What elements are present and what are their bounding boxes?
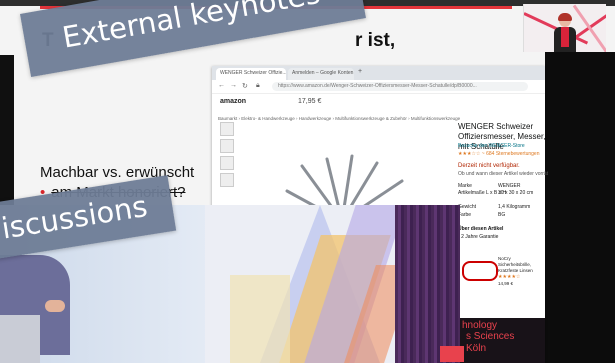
safety-glasses-image[interactable] — [462, 261, 498, 281]
slide-text-line: Machbar vs. erwünscht — [40, 164, 195, 181]
image-thumbnails[interactable] — [220, 122, 234, 190]
spec-row: Gewicht 1,4 Kilogramm — [458, 204, 530, 210]
webcam-thumbnail — [523, 4, 606, 52]
related-product-title[interactable]: NoCry Sicherheitsbrille, Kratzfeste Lins… — [498, 256, 544, 274]
spec-value: BG — [498, 212, 506, 218]
availability-status: Derzeit nicht verfügbar. — [458, 163, 520, 169]
related-product-stars: ★★★★☆ — [498, 274, 521, 280]
amazon-header: amazon 17,95 € — [212, 94, 545, 114]
purple-curtain — [395, 205, 460, 363]
spec-row: Artikelmaße L x B x H 30 x 30 x 20 cm — [458, 190, 533, 196]
url-field[interactable]: https://www.amazon.de/Wenger-Schweizer-O… — [272, 82, 528, 91]
slide-title-fragment-right: r ist, — [355, 30, 396, 51]
lock-icon: 🔒︎ — [256, 82, 260, 89]
thumbnail[interactable] — [220, 122, 234, 136]
sign-line-2: s Sciences — [466, 331, 515, 342]
availability-note: Ob und wann dieser Artikel wieder vorrät… — [458, 171, 548, 177]
organization-sign: hnology s Sciences Köln — [440, 318, 545, 363]
sign-line-1: hnology — [462, 320, 498, 331]
back-arrow-icon[interactable]: ← — [218, 82, 225, 89]
person-hair — [558, 13, 572, 21]
thumbnail[interactable] — [220, 173, 234, 187]
thumbnail[interactable] — [220, 139, 234, 153]
podium — [0, 315, 40, 363]
reload-icon[interactable]: ↻ — [242, 82, 248, 90]
rating-stars[interactable]: ★★★☆☆ ~ 684 Sternebewertungen — [458, 151, 539, 157]
amazon-logo[interactable]: amazon — [220, 98, 246, 105]
person-scarf — [561, 27, 569, 47]
related-product[interactable]: NoCry Sicherheitsbrille, Kratzfeste Lins… — [462, 256, 542, 296]
about-heading: Über diesen Artikel — [458, 226, 504, 232]
thumbnail[interactable] — [220, 156, 234, 170]
sign-line-3: Köln — [466, 343, 487, 354]
spec-value: 30 x 30 x 20 cm — [498, 190, 534, 196]
store-link[interactable]: Besuche den WENGER-Store — [458, 143, 525, 149]
spec-label: Gewicht — [458, 204, 477, 210]
left-black-bar — [0, 55, 14, 205]
new-tab-button[interactable]: + — [358, 68, 362, 75]
spec-value: WENGER — [498, 183, 521, 189]
forward-arrow-icon[interactable]: → — [230, 82, 237, 89]
spec-value: 1,4 Kilogramm — [498, 204, 531, 210]
about-line: • 2 Jahre Garantie — [458, 234, 499, 240]
related-product-price: 14,99 € — [498, 281, 514, 286]
webcam-background-line — [572, 4, 606, 52]
speaker-hand — [45, 300, 65, 312]
header-price: 17,95 € — [298, 98, 322, 105]
backdrop-shape — [230, 275, 290, 363]
webcam-person — [554, 13, 576, 52]
discussions-label-text: iscussions — [0, 188, 150, 246]
spec-row: Marke WENGER — [458, 183, 521, 189]
right-black-area — [545, 52, 615, 363]
browser-tab-product[interactable]: WENGER Schweizer Offizie... — [216, 68, 286, 80]
spec-label: Marke — [458, 183, 472, 189]
sign-accent-bar — [440, 346, 464, 362]
browser-tab-bar: WENGER Schweizer Offizie... Anmelden – G… — [212, 66, 545, 80]
browser-tab-google[interactable]: Anmelden – Google Konten — [288, 68, 354, 80]
address-row: ← → ↻ 🔒︎ https://www.amazon.de/Wenger-Sc… — [212, 80, 545, 94]
